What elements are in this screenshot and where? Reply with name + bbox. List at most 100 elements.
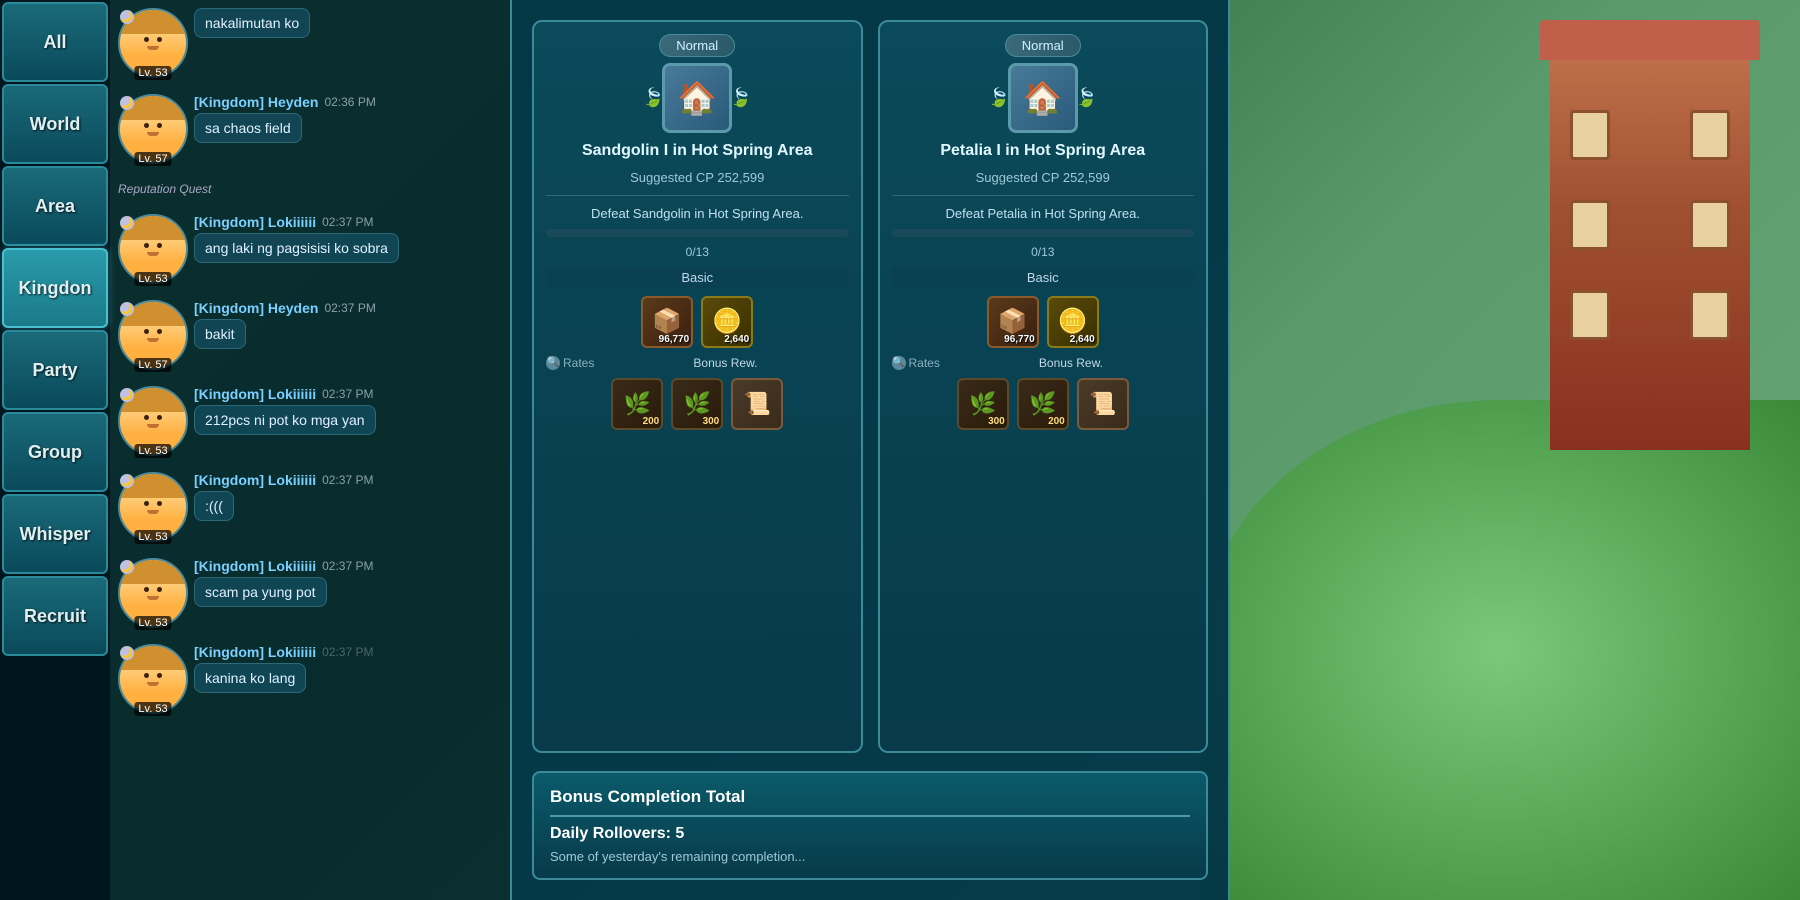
avatar-eye-left — [144, 415, 149, 420]
chat-tab-sidebar: All World Area Kingdon Party Group Whisp… — [0, 0, 110, 900]
avatar-wrapper: Lv. 53 🌙 — [118, 558, 188, 628]
message-content: [Kingdom] Heyden 02:36 PM sa chaos field — [194, 94, 502, 143]
avatar-wrapper: Lv. 53 🌙 — [118, 8, 188, 78]
message-bubble: 212pcs ni pot ko mga yan — [194, 405, 376, 435]
tab-area[interactable]: Area — [2, 166, 108, 246]
moon-icon: 🌙 — [120, 474, 134, 488]
tab-kingdom[interactable]: Kingdon — [2, 248, 108, 328]
avatar-level: Lv. 57 — [134, 358, 171, 372]
avatar-wrapper: Lv. 53 🌙 — [118, 386, 188, 456]
message-header: [Kingdom] Lokiiiiii 02:37 PM — [194, 472, 502, 488]
sender-name: [Kingdom] Lokiiiiii — [194, 558, 316, 574]
bonus-item-count-1: 200 — [643, 416, 660, 427]
message-time: 02:37 PM — [324, 301, 375, 315]
avatar-eye-left — [144, 501, 149, 506]
sender-name: [Kingdom] Lokiiiiii — [194, 386, 316, 402]
message-content: [Kingdom] Lokiiiiii 02:37 PM :((( — [194, 472, 502, 521]
sender-name: [Kingdom] Heyden — [194, 94, 318, 110]
message-content: [Kingdom] Lokiiiiii 02:37 PM 212pcs ni p… — [194, 386, 502, 435]
message-bubble: sa chaos field — [194, 113, 302, 143]
message-content: [Kingdom] Lokiiiiii 02:37 PM kanina ko l… — [194, 644, 502, 693]
avatar-mouth — [147, 338, 159, 342]
building-window-4 — [1690, 200, 1730, 250]
basic-label: Basic — [892, 267, 1195, 288]
avatar-eyes — [144, 37, 162, 42]
building-window-6 — [1690, 290, 1730, 340]
avatar-level: Lv. 53 — [134, 66, 171, 80]
tab-recruit[interactable]: Recruit — [2, 576, 108, 656]
avatar-level: Lv. 53 — [134, 702, 171, 716]
reward-count-gold: 2,640 — [1070, 334, 1095, 345]
bonus-item-3: 📜 — [731, 378, 783, 430]
reward-item-gold: 🪙 2,640 — [701, 296, 753, 348]
avatar-level: Lv. 53 — [134, 272, 171, 286]
avatar-mouth — [147, 132, 159, 136]
bonus-completion-title: Bonus Completion Total — [550, 787, 1190, 807]
leaf-left-icon: 🍃 — [642, 88, 664, 109]
message-bubble: ang laki ng pagsisisi ko sobra — [194, 233, 399, 263]
quest-panel: Normal 🍃 🏠 🍃 Sandgolin I in Hot Spring A… — [510, 0, 1230, 900]
leaf-right-icon: 🍃 — [1075, 88, 1097, 109]
building-window-3 — [1570, 200, 1610, 250]
avatar-wrapper: Lv. 53 🌙 — [118, 472, 188, 542]
tab-group[interactable]: Group — [2, 412, 108, 492]
avatar-eye-left — [144, 37, 149, 42]
quest-icon-wrapper: 🍃 🏠 🍃 — [1008, 63, 1078, 133]
chat-panel: All World Area Kingdon Party Group Whisp… — [0, 0, 510, 900]
message-content: nakalimutan ko — [194, 8, 502, 38]
quest-card-petalia: Normal 🍃 🏠 🍃 Petalia I in Hot Spring Are… — [878, 20, 1209, 753]
message-header: [Kingdom] Lokiiiiii 02:37 PM — [194, 386, 502, 402]
avatar-eye-right — [157, 243, 162, 248]
message-time: 02:37 PM — [322, 645, 373, 659]
avatar-eye-right — [157, 329, 162, 334]
message-time: 02:37 PM — [322, 559, 373, 573]
bonus-item-icon-2: 🌿 — [1029, 391, 1056, 417]
message-time: 02:37 PM — [322, 215, 373, 229]
rates-label: 🔍 Rates — [546, 356, 594, 370]
avatar-mouth — [147, 682, 159, 686]
gold-icon: 🪙 — [1058, 307, 1088, 336]
message-time: 02:36 PM — [324, 95, 375, 109]
message-bubble: kanina ko lang — [194, 663, 306, 693]
avatar-eye-left — [144, 243, 149, 248]
list-item: Lv. 53 🌙 [Kingdom] Lokiiiiii 02:37 PM sc… — [114, 554, 506, 632]
leaf-right-icon: 🍃 — [730, 88, 752, 109]
avatar-eyes — [144, 501, 162, 506]
avatar-mouth — [147, 424, 159, 428]
avatar-wrapper: Lv. 53 🌙 — [118, 214, 188, 284]
rates-search-icon[interactable]: 🔍 — [546, 356, 560, 370]
avatar-eye-right — [157, 415, 162, 420]
bonus-rew-label: Bonus Rew. — [602, 356, 848, 370]
quest-description: Defeat Sandgolin in Hot Spring Area. — [546, 206, 849, 221]
moon-icon: 🌙 — [120, 560, 134, 574]
tab-party[interactable]: Party — [2, 330, 108, 410]
avatar-level: Lv. 53 — [134, 444, 171, 458]
quest-icon-wrapper: 🍃 🏠 🍃 — [662, 63, 732, 133]
bonus-item-1: 🌿 200 — [611, 378, 663, 430]
tab-world[interactable]: World — [2, 84, 108, 164]
avatar-eye-right — [157, 123, 162, 128]
rates-search-icon[interactable]: 🔍 — [892, 356, 906, 370]
quest-cp: Suggested CP 252,599 — [892, 170, 1195, 185]
quest-card-header: Normal 🍃 🏠 🍃 — [546, 34, 849, 133]
quest-cards-row: Normal 🍃 🏠 🍃 Sandgolin I in Hot Spring A… — [532, 20, 1208, 753]
avatar-eye-right — [157, 673, 162, 678]
rates-label: 🔍 Rates — [892, 356, 940, 370]
normal-badge: Normal — [1005, 34, 1081, 57]
message-time: 02:37 PM — [322, 473, 373, 487]
basic-label: Basic — [546, 267, 849, 288]
chat-messages-area: Lv. 53 🌙 nakalimutan ko — [110, 0, 510, 900]
quest-description: Defeat Petalia in Hot Spring Area. — [892, 206, 1195, 221]
tab-all[interactable]: All — [2, 2, 108, 82]
moon-icon: 🌙 — [120, 216, 134, 230]
reward-count-exp: 96,770 — [659, 334, 690, 345]
moon-icon: 🌙 — [120, 646, 134, 660]
tab-whisper[interactable]: Whisper — [2, 494, 108, 574]
message-content: [Kingdom] Heyden 02:37 PM bakit — [194, 300, 502, 349]
avatar-eye-left — [144, 123, 149, 128]
bonus-item-count-2: 300 — [703, 416, 720, 427]
quest-progress-bar — [892, 229, 1195, 237]
building — [1550, 50, 1750, 450]
avatar-level: Lv. 57 — [134, 152, 171, 166]
avatar-mouth — [147, 252, 159, 256]
